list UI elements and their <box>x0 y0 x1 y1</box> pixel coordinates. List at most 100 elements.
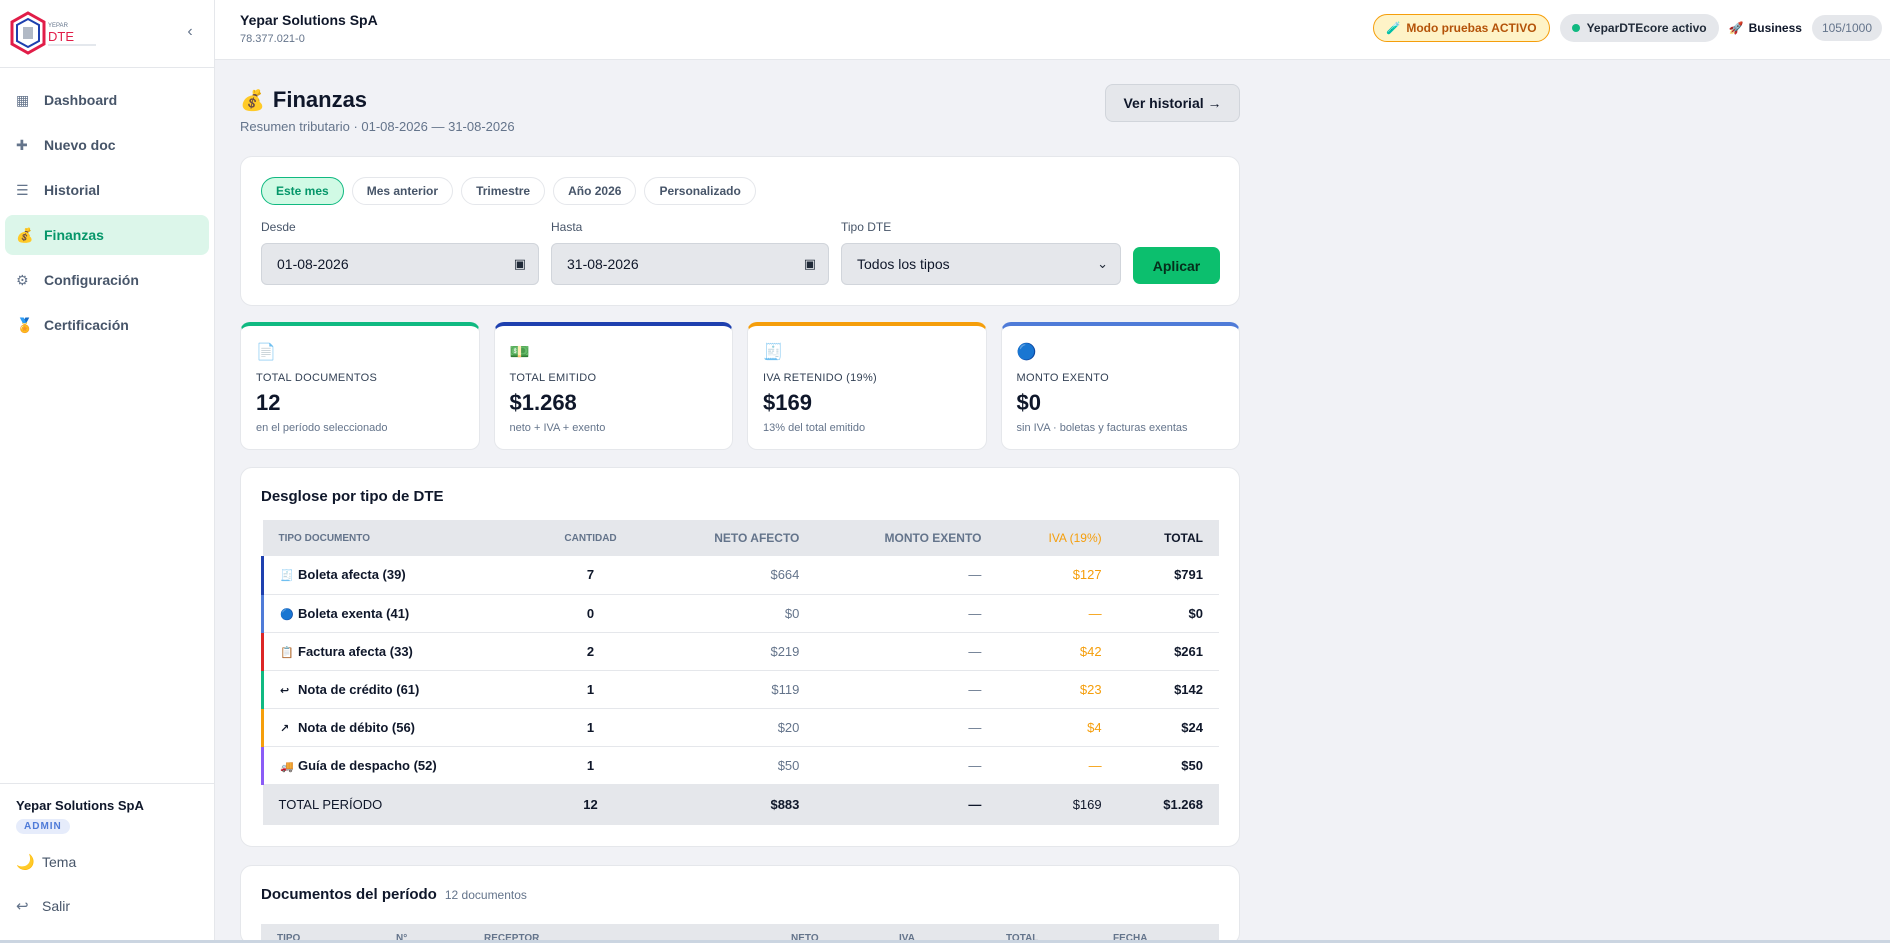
table-row: ↗ Nota de débito (56) 1 $20— $4 $24 <box>261 708 1219 747</box>
sidebar-item-settings[interactable]: ⚙ Configuración <box>5 260 209 300</box>
page-title-text: Finanzas <box>272 87 368 112</box>
view-history-button[interactable]: Ver historial → <box>1105 84 1240 122</box>
total-row: TOTAL PERÍODO 12 $883 — $169 $1.268 <box>262 784 1219 825</box>
table-row: 🔵 Boleta exenta (41) 0 $0— — $0 <box>261 594 1219 633</box>
page-header: 💰 Finanzas Resumen tributario · 01-08-202… <box>240 60 1240 156</box>
sidebar-item-finance[interactable]: 💰 Finanzas <box>5 215 209 255</box>
core-status-label: YeparDTEcore activo <box>1586 21 1707 35</box>
row-exento: — <box>815 632 998 671</box>
filter-panel: Este mes Mes anterior Trimestre Año 2026… <box>240 156 1240 306</box>
doc-type-label: Boleta exenta (41) <box>298 605 410 621</box>
logo-area: YEPAR DTE ‹ <box>0 0 214 68</box>
row-qty: 7 <box>531 556 650 595</box>
company-name: Yepar Solutions SpA <box>240 12 378 28</box>
row-exento: — <box>815 708 998 747</box>
documents-title: Documentos del período 12 documentos <box>261 886 1219 903</box>
kpi-note: sin IVA · boletas y facturas exentas <box>1016 422 1188 434</box>
doc-type-label: Guía de despacho (52) <box>298 757 437 773</box>
row-qty: 1 <box>531 670 650 709</box>
collapse-sidebar-button[interactable]: ‹ <box>180 22 200 42</box>
row-iva: $127 <box>997 556 1118 595</box>
row-neto: $20 <box>650 708 816 747</box>
kpi-iva: 🧾 IVA RETENIDO (19%) $169 13% del total … <box>747 322 987 450</box>
doc-type-label: Nota de débito (56) <box>298 719 416 735</box>
from-date-input[interactable]: 01-08-2026 ▣ <box>261 243 539 285</box>
chip-quarter[interactable]: Trimestre <box>461 177 546 205</box>
theme-toggle[interactable]: 🌙 Tema <box>16 840 199 884</box>
doc-type-icon: 🔵 <box>280 608 294 621</box>
moon-icon: 🌙 <box>16 854 35 871</box>
sidebar-item-new-doc[interactable]: ✚ Nuevo doc <box>5 125 209 165</box>
sidebar-item-dashboard[interactable]: ▦ Dashboard <box>5 80 209 120</box>
documents-title-text: Documentos del período <box>261 886 437 903</box>
doc-type-label: Nota de crédito (61) <box>298 681 420 697</box>
topbar-status: 🧪 Modo pruebas ACTIVO YeparDTEcore activo… <box>1373 14 1882 42</box>
sidebar-item-history[interactable]: ☰ Historial <box>5 170 209 210</box>
main-content: 💰 Finanzas Resumen tributario · 01-08-202… <box>240 60 1240 943</box>
kpi-exempt: 🔵 MONTO EXENTO $0 sin IVA · boletas y fa… <box>1000 322 1240 450</box>
row-iva: — <box>997 594 1118 633</box>
calendar-icon: ▣ <box>513 256 526 271</box>
kpi-value: $0 <box>1016 390 1041 415</box>
total-qty: 12 <box>531 784 650 825</box>
kpi-label: MONTO EXENTO <box>1016 372 1109 384</box>
row-exento: — <box>815 670 998 709</box>
core-status-badge: YeparDTEcore activo <box>1559 14 1719 42</box>
period-chips: Este mes Mes anterior Trimestre Año 2026… <box>261 177 756 205</box>
money-bag-icon: 💰 <box>16 226 34 243</box>
chip-last-month[interactable]: Mes anterior <box>351 177 454 205</box>
row-type: ↩ Nota de crédito (61) <box>261 670 532 709</box>
breakdown-title: Desglose por tipo de DTE <box>261 488 444 505</box>
sidebar-item-label: Nuevo doc <box>44 137 116 153</box>
doc-type-icon: 📋 <box>280 646 294 659</box>
gear-icon: ⚙ <box>16 271 29 288</box>
kpi-note: neto + IVA + exento <box>509 422 606 434</box>
test-tube-icon: 🧪 <box>1386 21 1402 35</box>
row-exento: — <box>815 556 998 595</box>
kpi-value: $1.268 <box>509 390 577 415</box>
breakdown-table: TIPO DOCUMENTO CANTIDAD NETO AFECTO MONT… <box>261 520 1219 825</box>
logout-button[interactable]: ↩ Salir <box>16 884 199 928</box>
medal-icon: 🏅 <box>16 316 34 333</box>
logo[interactable]: YEPAR DTE <box>6 10 98 56</box>
chip-year[interactable]: Año 2026 <box>553 177 637 205</box>
dte-type-select[interactable]: Todos los tipos ⌄ <box>841 243 1121 285</box>
chevron-down-icon: ⌄ <box>1097 256 1108 271</box>
to-date-input[interactable]: 31-08-2026 ▣ <box>551 243 829 285</box>
plan-badge: 🚀 Business <box>1729 21 1802 35</box>
table-row: 📋 Factura afecta (33) 2 $219— $42 $261 <box>261 632 1219 671</box>
logo-text: DTE <box>48 29 74 44</box>
chip-custom[interactable]: Personalizado <box>644 177 756 205</box>
documents-panel: Documentos del período 12 documentos TIPO… <box>240 865 1240 943</box>
from-date-value: 01-08-2026 <box>277 256 349 272</box>
row-qty: 1 <box>531 746 650 785</box>
total-exento: — <box>815 784 998 825</box>
table-row: ↩ Nota de crédito (61) 1 $119— $23 $142 <box>261 670 1219 709</box>
test-mode-badge[interactable]: 🧪 Modo pruebas ACTIVO <box>1373 14 1550 42</box>
chip-this-month[interactable]: Este mes <box>261 177 344 205</box>
row-type: 🚚 Guía de despacho (52) <box>261 746 532 785</box>
kpi-value: 12 <box>256 390 281 415</box>
col-exento: MONTO EXENTO <box>815 520 998 556</box>
plan-label: Business <box>1748 21 1802 35</box>
page-title: 💰 Finanzas <box>240 87 367 113</box>
sidebar-item-certification[interactable]: 🏅 Certificación <box>5 305 209 345</box>
kpi-note: en el período seleccionado <box>256 422 388 434</box>
page-subtitle: Resumen tributario · 01-08-2026 — 31-08-… <box>240 119 515 134</box>
col-neto: NETO AFECTO <box>650 520 816 556</box>
col-total: TOTAL <box>1117 520 1219 556</box>
cash-icon: 💵 <box>509 344 530 361</box>
row-exento: — <box>815 746 998 785</box>
total-label: TOTAL PERÍODO <box>262 784 532 825</box>
kpi-cards: 📄 TOTAL DOCUMENTOS 12 en el período sele… <box>240 322 1240 450</box>
sidebar-item-label: Dashboard <box>44 92 118 108</box>
breakdown-panel: Desglose por tipo de DTE TIPO DOCUMENTO … <box>240 467 1240 847</box>
dte-type-value: Todos los tipos <box>857 256 950 272</box>
row-neto: $219 <box>650 632 816 671</box>
kpi-label: TOTAL DOCUMENTOS <box>256 372 378 384</box>
test-mode-label: Modo pruebas ACTIVO <box>1406 21 1537 35</box>
row-type: 📋 Factura afecta (33) <box>261 632 532 671</box>
rocket-icon: 🚀 <box>1728 21 1744 35</box>
theme-label: Tema <box>42 854 77 870</box>
apply-button[interactable]: Aplicar <box>1133 247 1220 284</box>
